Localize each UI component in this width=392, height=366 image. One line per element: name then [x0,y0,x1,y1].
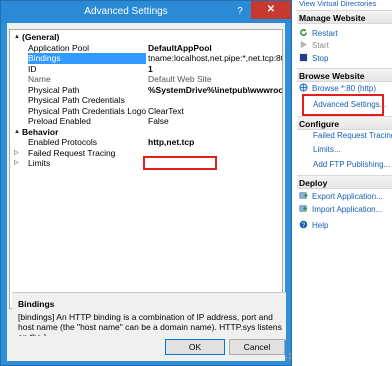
property-name: (General) [22,32,60,42]
property-value[interactable]: tname:localhost,net.pipe:*,net.tcp:808:* [148,53,282,64]
configure-header: Configure [297,116,392,130]
property-row[interactable]: Physical Path Credentials [10,95,282,106]
property-name: Behavior [22,126,59,137]
browse-icon [299,83,308,92]
stop-action[interactable]: Stop [299,53,328,65]
property-row[interactable]: Enabled Protocols http,net.tcp [10,137,282,148]
add-ftp-publishing-link[interactable]: Add FTP Publishing... [313,159,390,171]
property-row[interactable]: Application Pool DefaultAppPool [10,43,282,54]
property-name: ID [28,63,37,74]
help-label: Help [312,221,329,230]
start-action[interactable]: Start [299,40,329,52]
property-category[interactable]: ▲ Behavior [10,127,282,138]
property-row[interactable]: Physical Path %SystemDrive%\inetpub\wwwro… [10,85,282,96]
property-name: Enabled Protocols [28,137,97,147]
import-application-label: Import Application... [312,205,383,214]
advanced-settings-dialog: Advanced Settings ? ✕ ▲ (General) Applicat… [0,0,292,366]
property-name: Failed Request Tracing [28,147,116,158]
property-value[interactable]: %SystemDrive%\inetpub\wwwroot [148,85,282,96]
advanced-settings-highlight [302,94,384,116]
property-row[interactable]: Bindings tname:localhost,net.pipe:*,net.t… [10,53,282,64]
description-title: Bindings [18,299,55,309]
title-bar[interactable]: Advanced Settings ? ✕ [1,1,291,23]
property-row[interactable]: Name Default Web Site [10,74,282,85]
failed-request-tracing-link[interactable]: Failed Request Tracing... [313,130,392,142]
property-name: Bindings [28,53,146,64]
property-row[interactable]: Physical Path Credentials Logon ClearText [10,106,282,117]
stop-icon [299,53,308,62]
help-action[interactable]: ? Help [299,220,328,232]
browse-http-label: Browse *:80 (http) [312,84,377,93]
cancel-button[interactable]: Cancel [229,339,285,355]
limits-link[interactable]: Limits... [313,144,341,156]
dialog-title: Advanced Settings [84,6,168,17]
expand-icon[interactable]: ▷ [14,148,22,159]
restart-label: Restart [312,29,338,38]
property-name: Physical Path Credentials Logon [28,105,146,116]
property-name: Limits [28,158,51,168]
property-row[interactable]: Preload Enabled False [10,116,282,127]
property-row[interactable]: ID 1 [10,64,282,75]
svg-text:?: ? [302,222,306,229]
property-name: Application Pool [28,42,89,53]
restart-action[interactable]: Restart [299,28,338,40]
ok-button[interactable]: OK [165,339,225,355]
property-name: Physical Path Credentials [28,95,125,105]
start-label: Start [312,41,329,50]
property-value[interactable]: 1 [148,64,282,75]
close-button[interactable]: ✕ [251,1,291,19]
browse-website-header: Browse Website [297,68,392,82]
property-value[interactable]: Default Web Site [148,74,282,85]
property-value[interactable]: DefaultAppPool [148,43,282,54]
resize-grip[interactable] [285,353,291,359]
import-application-action[interactable]: Import Application... [299,204,382,216]
expand-icon[interactable]: ▷ [14,158,22,169]
export-icon [299,192,308,199]
export-application-label: Export Application... [312,192,383,201]
description-panel: Bindings [bindings] An HTTP binding is a… [12,292,286,340]
property-name: Preload Enabled [28,116,91,126]
enabled-protocols-highlight [143,156,217,170]
collapse-icon[interactable]: ▲ [14,127,22,138]
deploy-header: Deploy [297,175,392,189]
restart-icon [300,28,307,36]
description-text: [bindings] An HTTP binding is a combinat… [18,312,282,336]
property-category[interactable]: ▲ (General) [10,32,282,43]
property-name: Name [28,74,51,84]
help-button[interactable]: ? [231,5,249,19]
property-value[interactable]: ClearText [148,106,282,117]
start-icon [300,40,308,49]
export-application-action[interactable]: Export Application... [299,191,383,203]
property-value[interactable]: False [148,116,282,127]
property-value[interactable]: http,net.tcp [148,137,282,148]
stop-label: Stop [312,54,329,63]
actions-pane: View Virtual Directories Manage Website … [290,0,392,366]
import-icon [299,205,308,212]
property-name: Physical Path [28,84,80,95]
collapse-icon[interactable]: ▲ [14,32,22,43]
help-icon: ? [299,220,308,229]
dialog-body: ▲ (General) Application Pool DefaultAppPool… [7,23,291,361]
view-virtual-directories-link[interactable]: View Virtual Directories [291,0,392,8]
manage-website-header: Manage Website [297,10,392,24]
